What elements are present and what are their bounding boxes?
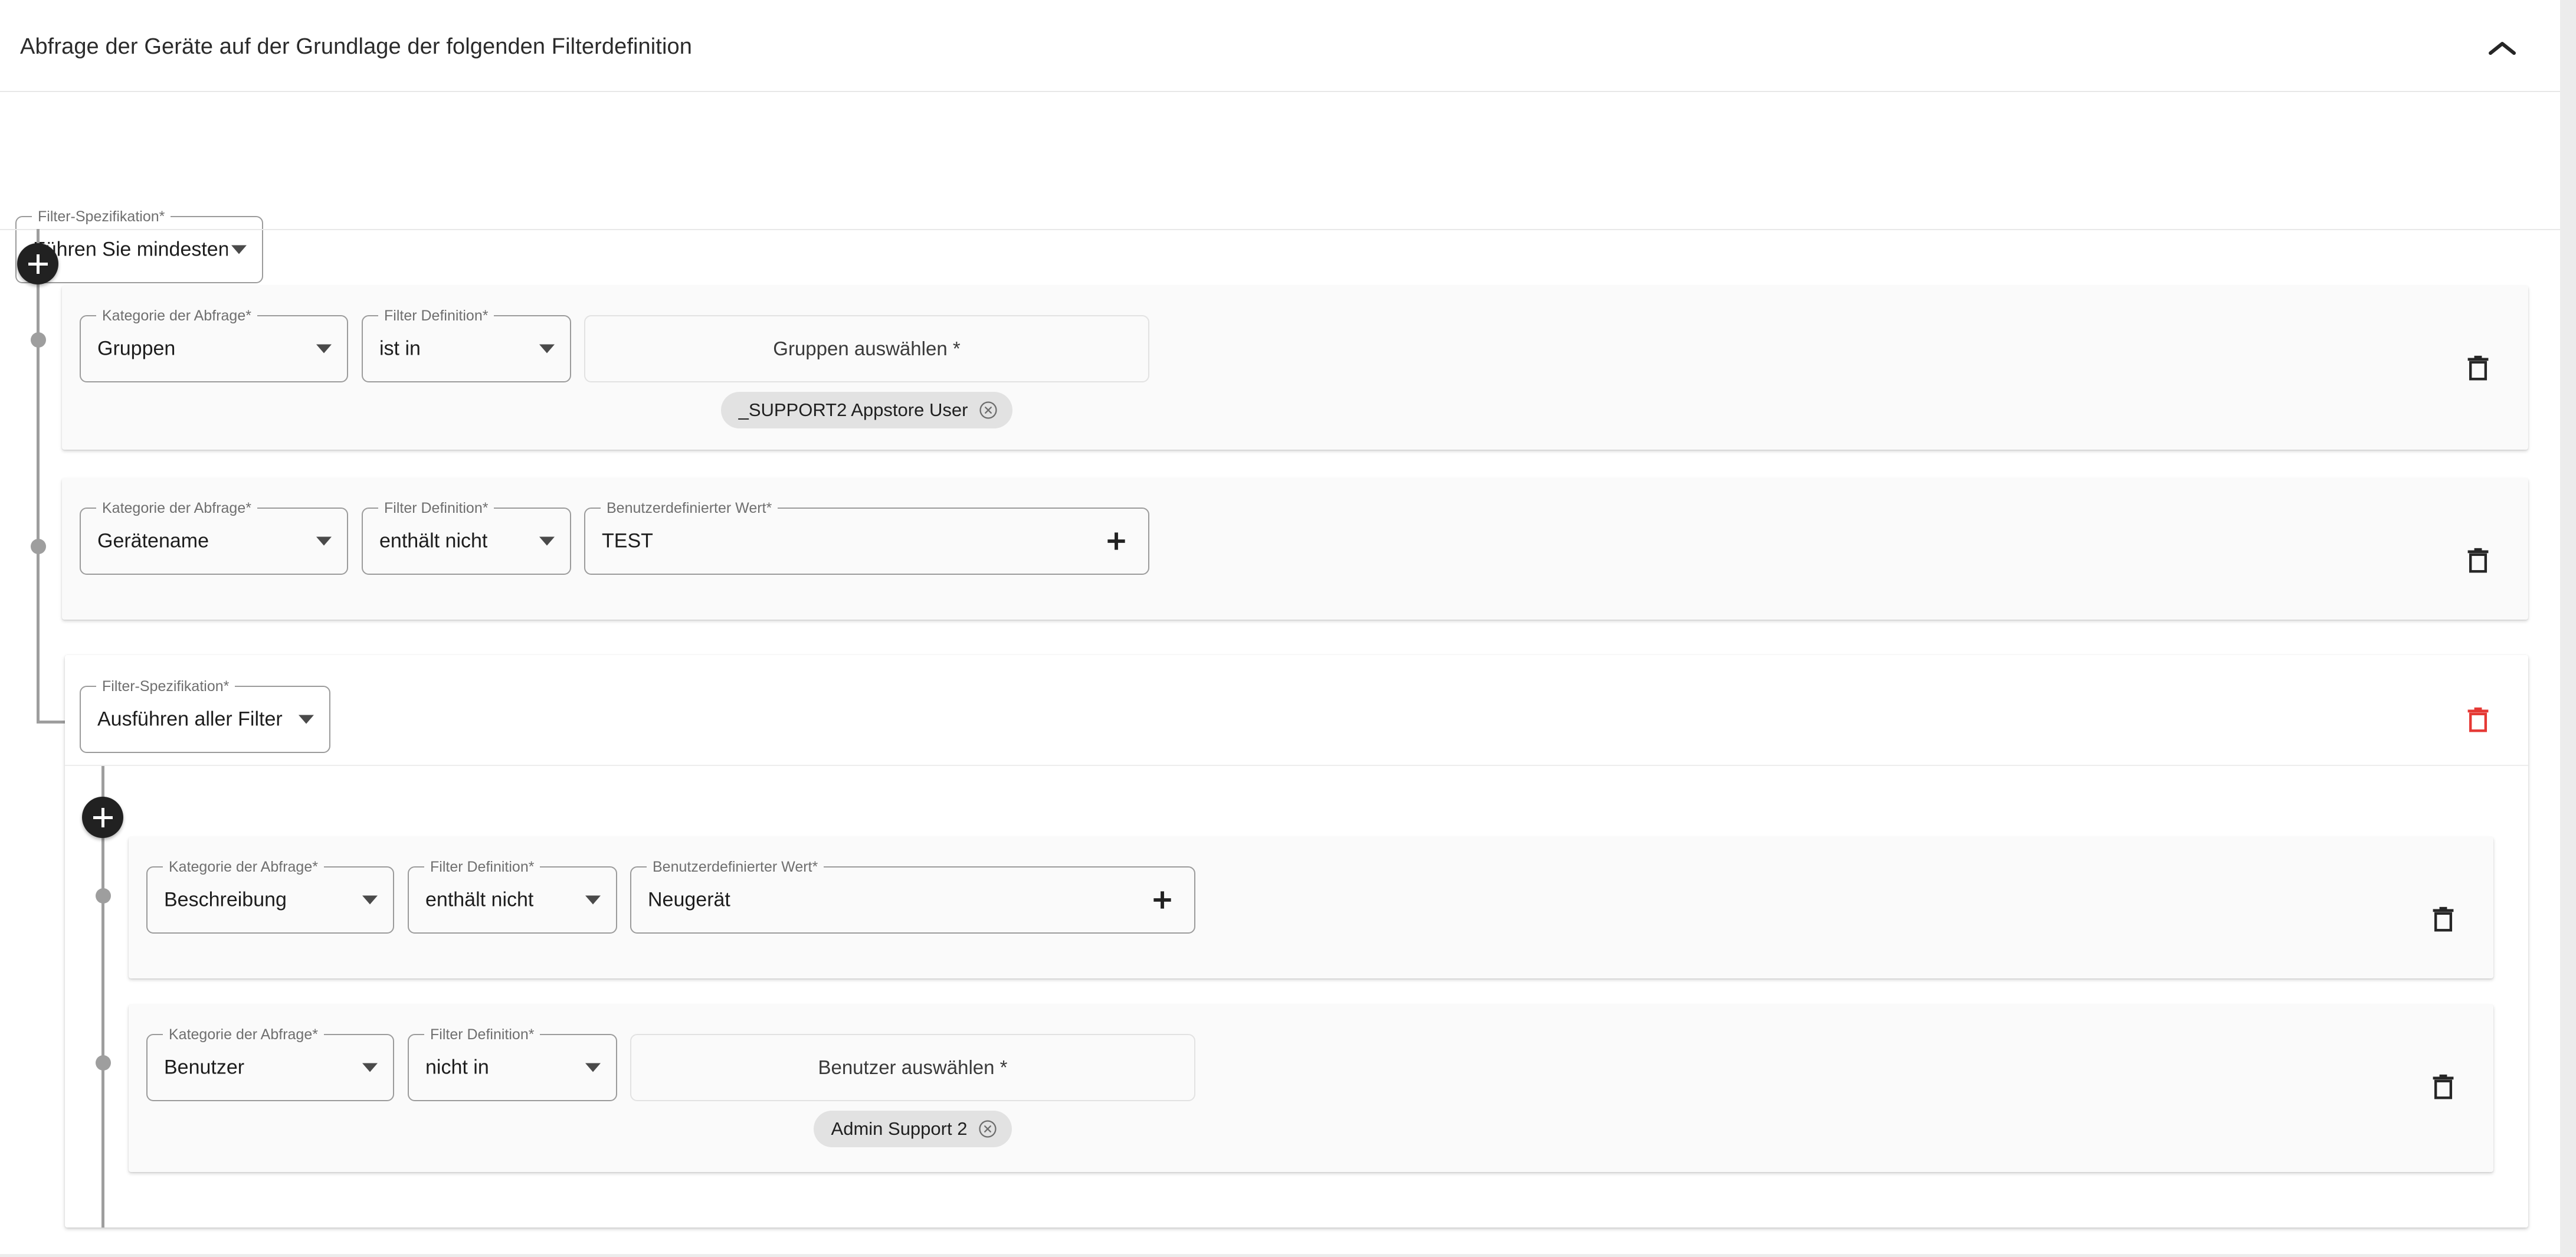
row-value-picker[interactable]: Benutzer auswählen *: [630, 1034, 1195, 1101]
chevron-down-icon: [585, 1063, 601, 1072]
trash-icon: [2467, 355, 2489, 381]
row-operator-select[interactable]: Filter Definition* enthält nicht: [362, 500, 571, 575]
row-category-value: Beschreibung: [164, 888, 287, 911]
nested-filter-group: Filter-Spezifikation* Ausführen aller Fi…: [65, 655, 2528, 1227]
table-row: Kategorie der Abfrage* Gerätename Filter…: [62, 478, 2528, 620]
row-category-select[interactable]: Kategorie der Abfrage* Benutzer: [146, 1026, 394, 1101]
row-value-placeholder: Gruppen auswählen *: [773, 338, 961, 359]
row-operator-value: ist in: [379, 337, 421, 360]
row-value-placeholder: Benutzer auswählen *: [818, 1056, 1008, 1078]
chevron-down-icon: [539, 536, 555, 546]
list-item: Admin Support 2: [813, 1111, 1012, 1147]
plus-icon: [1153, 891, 1171, 909]
trash-icon: [2467, 548, 2489, 573]
row-category-value: Benutzer: [164, 1056, 245, 1079]
delete-row-button[interactable]: [2459, 348, 2498, 387]
row-chip-list: Admin Support 2: [630, 1111, 1195, 1147]
plus-icon-bar: [93, 816, 113, 819]
delete-row-button[interactable]: [2424, 899, 2463, 938]
trash-icon: [2467, 707, 2489, 732]
delete-row-button[interactable]: [2424, 1067, 2463, 1106]
chevron-down-icon: [585, 895, 601, 905]
row-category-label: Kategorie der Abfrage*: [163, 1026, 324, 1043]
page-title: Abfrage der Geräte auf der Grundlage der…: [20, 34, 692, 59]
filter-definition-panel: Abfrage der Geräte auf der Grundlage der…: [0, 0, 2560, 1254]
chevron-down-icon: [316, 536, 332, 546]
row-category-label: Kategorie der Abfrage*: [96, 307, 257, 324]
chevron-up-icon[interactable]: [2481, 27, 2523, 70]
chevron-down-icon: [539, 344, 555, 353]
nested-filter-spec-label: Filter-Spezifikation*: [96, 678, 235, 695]
row-operator-value: nicht in: [425, 1056, 489, 1079]
root-row-dot-1: [31, 332, 46, 348]
row-chip-list: _SUPPORT2 Appstore User: [584, 392, 1149, 428]
nested-group-header: [65, 655, 2528, 766]
nested-row-dot-2: [96, 1055, 111, 1071]
chevron-down-icon: [362, 1063, 378, 1072]
add-nested-filter-button[interactable]: [82, 797, 123, 838]
row-category-label: Kategorie der Abfrage*: [96, 500, 257, 516]
table-row: Kategorie der Abfrage* Benutzer Filter D…: [129, 1004, 2493, 1172]
row-custom-value-label: Benutzerdefinierter Wert*: [601, 500, 778, 516]
root-row-dot-2: [31, 539, 46, 554]
root-filter-spec-value: Führen Sie mindestens ei...: [33, 238, 228, 261]
row-category-label: Kategorie der Abfrage*: [163, 859, 324, 875]
row-custom-value-field[interactable]: Benutzerdefinierter Wert* Neugerät: [630, 859, 1195, 934]
panel-header[interactable]: Abfrage der Geräte auf der Grundlage der…: [0, 0, 2560, 92]
row-operator-select[interactable]: Filter Definition* nicht in: [408, 1026, 617, 1101]
root-filter-spec-label: Filter-Spezifikation*: [32, 208, 171, 225]
row-operator-label: Filter Definition*: [378, 307, 494, 324]
close-circle-icon[interactable]: [978, 1119, 998, 1139]
delete-group-button[interactable]: [2459, 700, 2498, 739]
row-category-select[interactable]: Kategorie der Abfrage* Gerätename: [80, 500, 348, 575]
row-operator-label: Filter Definition*: [378, 500, 494, 516]
row-operator-select[interactable]: Filter Definition* ist in: [362, 307, 571, 382]
chevron-down-icon: [231, 245, 247, 254]
table-row: Kategorie der Abfrage* Beschreibung Filt…: [129, 837, 2493, 978]
root-timeline-elbow: [37, 649, 66, 724]
add-value-button[interactable]: [1100, 525, 1133, 558]
table-row: Kategorie der Abfrage* Gruppen Filter De…: [62, 286, 2528, 450]
row-category-select[interactable]: Kategorie der Abfrage* Beschreibung: [146, 859, 394, 934]
trash-icon: [2433, 906, 2454, 932]
add-root-filter-button[interactable]: [17, 243, 58, 284]
add-value-button[interactable]: [1146, 883, 1179, 916]
row-operator-label: Filter Definition*: [424, 859, 540, 875]
chevron-down-icon: [362, 895, 378, 905]
row-custom-value-text: Neugerät: [648, 888, 730, 911]
close-circle-icon[interactable]: [978, 400, 998, 420]
chip-label: Admin Support 2: [831, 1118, 968, 1139]
row-custom-value-text: TEST: [602, 529, 653, 552]
chip-label: _SUPPORT2 Appstore User: [738, 400, 968, 420]
chevron-down-icon: [299, 715, 314, 724]
trash-icon: [2433, 1074, 2454, 1099]
chevron-up-glyph: [2489, 42, 2516, 55]
nested-row-dot-1: [96, 888, 111, 904]
plus-icon-bar: [28, 262, 48, 266]
list-item: _SUPPORT2 Appstore User: [720, 392, 1013, 428]
plus-icon: [1107, 532, 1125, 550]
section-divider: [0, 229, 2560, 230]
delete-row-button[interactable]: [2459, 541, 2498, 580]
row-operator-select[interactable]: Filter Definition* enthält nicht: [408, 859, 617, 934]
row-category-select[interactable]: Kategorie der Abfrage* Gruppen: [80, 307, 348, 382]
row-operator-value: enthält nicht: [379, 529, 488, 552]
row-operator-label: Filter Definition*: [424, 1026, 540, 1043]
row-operator-value: enthält nicht: [425, 888, 534, 911]
row-category-value: Gruppen: [97, 337, 176, 360]
row-custom-value-field[interactable]: Benutzerdefinierter Wert* TEST: [584, 500, 1149, 575]
nested-filter-spec-select[interactable]: Filter-Spezifikation* Ausführen aller Fi…: [80, 678, 330, 753]
chevron-down-icon: [316, 344, 332, 353]
nested-filter-spec-value: Ausführen aller Filter: [97, 708, 283, 731]
row-category-value: Gerätename: [97, 529, 209, 552]
row-value-picker[interactable]: Gruppen auswählen *: [584, 315, 1149, 382]
row-custom-value-label: Benutzerdefinierter Wert*: [647, 859, 824, 875]
